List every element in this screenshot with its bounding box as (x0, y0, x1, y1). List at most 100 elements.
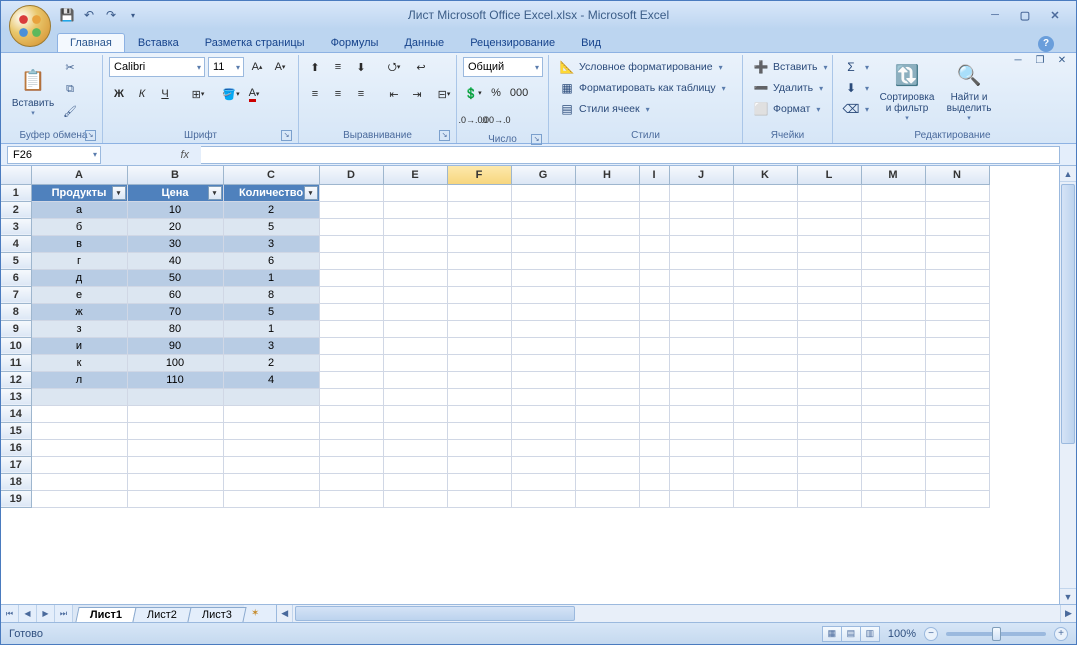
column-header-B[interactable]: B (127, 166, 223, 184)
scroll-right-icon[interactable]: ▶ (1060, 605, 1076, 622)
cell-E14[interactable] (383, 405, 447, 422)
cell-L17[interactable] (797, 456, 861, 473)
cell-L9[interactable] (797, 320, 861, 337)
cell-J8[interactable] (669, 303, 733, 320)
row-header-17[interactable]: 17 (1, 456, 31, 473)
cell-F13[interactable] (447, 388, 511, 405)
minimize-button[interactable]: ─ (984, 7, 1006, 23)
cell-K11[interactable] (733, 354, 797, 371)
align-top-button[interactable]: ⬆ (305, 57, 325, 77)
column-header-A[interactable]: A (31, 166, 127, 184)
cell-E19[interactable] (383, 490, 447, 507)
cell-N6[interactable] (925, 269, 989, 286)
increase-indent-button[interactable]: ⇥ (407, 84, 427, 104)
cell-I4[interactable] (639, 235, 669, 252)
comma-button[interactable]: 000 (509, 83, 529, 103)
qat-dropdown-icon[interactable]: ▾ (125, 7, 141, 23)
cell-N5[interactable] (925, 252, 989, 269)
cell-I8[interactable] (639, 303, 669, 320)
cell-A2[interactable]: а (31, 201, 127, 218)
align-middle-button[interactable]: ≡ (328, 57, 348, 77)
cell-H13[interactable] (575, 388, 639, 405)
cell-A18[interactable] (31, 473, 127, 490)
clear-button[interactable]: ⌫▾ (839, 99, 873, 119)
cell-C19[interactable] (223, 490, 319, 507)
italic-button[interactable]: К (132, 84, 152, 104)
cell-B5[interactable]: 40 (127, 252, 223, 269)
cell-N4[interactable] (925, 235, 989, 252)
cell-L11[interactable] (797, 354, 861, 371)
row-header-9[interactable]: 9 (1, 320, 31, 337)
cell-D10[interactable] (319, 337, 383, 354)
cell-H2[interactable] (575, 201, 639, 218)
cell-J11[interactable] (669, 354, 733, 371)
page-break-view-button[interactable]: ▥ (860, 626, 880, 642)
cell-J17[interactable] (669, 456, 733, 473)
page-layout-view-button[interactable]: ▤ (841, 626, 861, 642)
cell-A7[interactable]: е (31, 286, 127, 303)
cell-G13[interactable] (511, 388, 575, 405)
cell-M10[interactable] (861, 337, 925, 354)
merge-center-button[interactable]: ⊟▾ (430, 84, 458, 104)
redo-icon[interactable]: ↷ (103, 7, 119, 23)
font-launcher[interactable]: ↘ (281, 130, 292, 141)
cell-B14[interactable] (127, 405, 223, 422)
font-name-select[interactable]: Calibri (109, 57, 205, 77)
cell-G18[interactable] (511, 473, 575, 490)
percent-button[interactable]: % (486, 83, 506, 103)
cell-C11[interactable]: 2 (223, 354, 319, 371)
cell-B8[interactable]: 70 (127, 303, 223, 320)
column-header-N[interactable]: N (925, 166, 989, 184)
cell-J19[interactable] (669, 490, 733, 507)
cell-D17[interactable] (319, 456, 383, 473)
cell-K1[interactable] (733, 184, 797, 201)
cell-L7[interactable] (797, 286, 861, 303)
cell-I19[interactable] (639, 490, 669, 507)
cell-K4[interactable] (733, 235, 797, 252)
cell-F10[interactable] (447, 337, 511, 354)
row-header-2[interactable]: 2 (1, 201, 31, 218)
cell-G16[interactable] (511, 439, 575, 456)
cell-M3[interactable] (861, 218, 925, 235)
cell-I12[interactable] (639, 371, 669, 388)
cell-I18[interactable] (639, 473, 669, 490)
cell-A8[interactable]: ж (31, 303, 127, 320)
cell-E3[interactable] (383, 218, 447, 235)
cell-H19[interactable] (575, 490, 639, 507)
cell-C6[interactable]: 1 (223, 269, 319, 286)
cell-A12[interactable]: л (31, 371, 127, 388)
cell-M6[interactable] (861, 269, 925, 286)
cell-M8[interactable] (861, 303, 925, 320)
cell-A15[interactable] (31, 422, 127, 439)
cell-F8[interactable] (447, 303, 511, 320)
align-right-button[interactable]: ≡ (351, 84, 371, 104)
sort-filter-button[interactable]: 🔃 Сортировка и фильтр ▾ (877, 57, 937, 123)
cell-H11[interactable] (575, 354, 639, 371)
cell-E17[interactable] (383, 456, 447, 473)
insert-cells-button[interactable]: ➕Вставить▾ (749, 57, 832, 77)
hscroll-thumb[interactable] (295, 606, 575, 621)
cell-E10[interactable] (383, 337, 447, 354)
cell-J2[interactable] (669, 201, 733, 218)
cell-M7[interactable] (861, 286, 925, 303)
column-header-F[interactable]: F (447, 166, 511, 184)
format-cells-button[interactable]: ⬜Формат▾ (749, 99, 832, 119)
cell-H8[interactable] (575, 303, 639, 320)
row-header-11[interactable]: 11 (1, 354, 31, 371)
cell-F4[interactable] (447, 235, 511, 252)
cell-K9[interactable] (733, 320, 797, 337)
number-launcher[interactable]: ↘ (531, 134, 542, 145)
cell-L18[interactable] (797, 473, 861, 490)
cell-D13[interactable] (319, 388, 383, 405)
bold-button[interactable]: Ж (109, 84, 129, 104)
cell-B3[interactable]: 20 (127, 218, 223, 235)
cell-M2[interactable] (861, 201, 925, 218)
cell-K14[interactable] (733, 405, 797, 422)
cell-G17[interactable] (511, 456, 575, 473)
help-icon[interactable]: ? (1038, 36, 1054, 52)
cell-E16[interactable] (383, 439, 447, 456)
cell-N17[interactable] (925, 456, 989, 473)
vertical-scrollbar[interactable]: ▲ ▼ (1059, 166, 1076, 604)
cell-H10[interactable] (575, 337, 639, 354)
cell-A16[interactable] (31, 439, 127, 456)
